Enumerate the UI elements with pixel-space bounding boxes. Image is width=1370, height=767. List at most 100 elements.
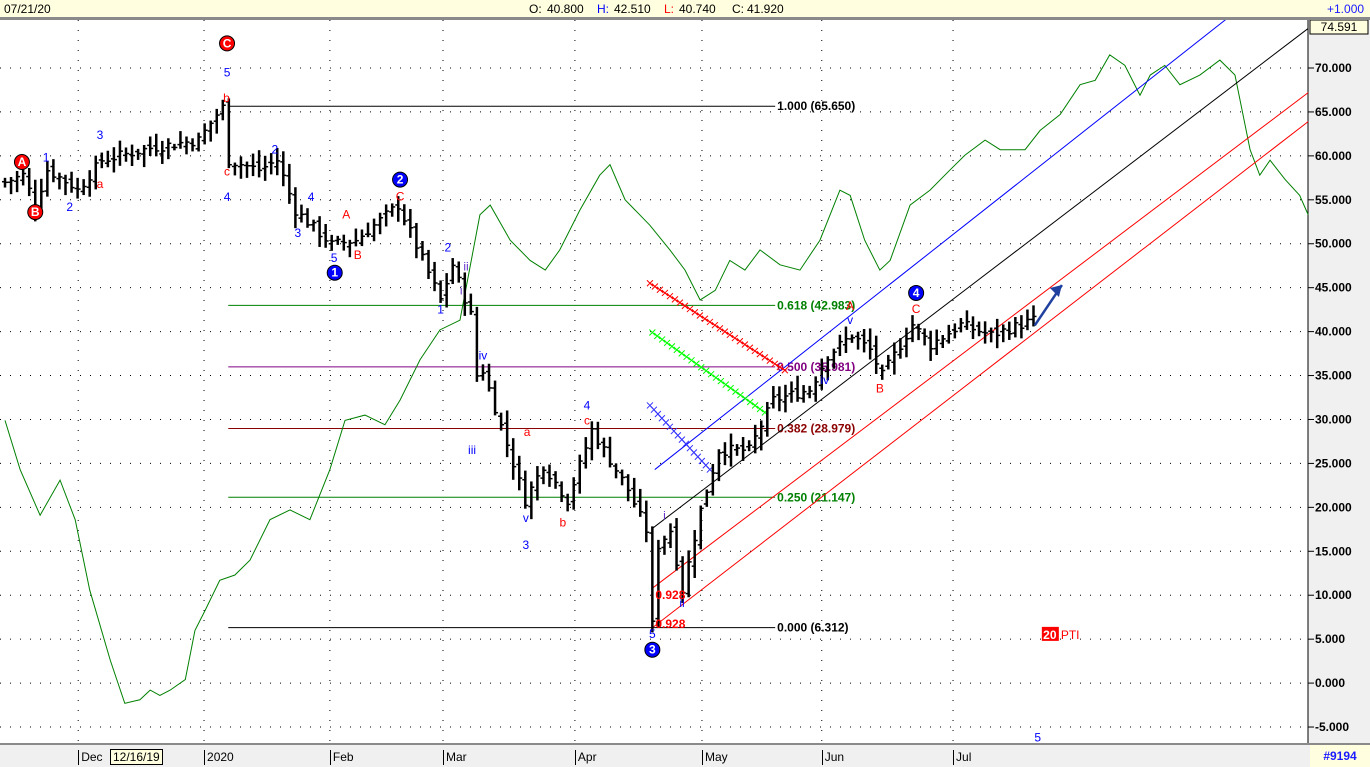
wave-label: C: [396, 189, 405, 203]
y-tick-label: 65.000: [1315, 105, 1352, 119]
price-bar: [631, 477, 638, 508]
speed-line-mark: [693, 360, 700, 368]
price-bar: [619, 469, 626, 486]
price-bar: [540, 466, 547, 485]
price-bar: [141, 145, 148, 168]
price-bar: [449, 258, 456, 285]
price-bar: [570, 477, 577, 510]
wave-label: 5: [1034, 731, 1041, 743]
speed-line-mark: [746, 344, 754, 352]
speed-line-mark: [737, 391, 744, 399]
speed-lines: [646, 279, 789, 473]
price-bar: [1024, 309, 1031, 331]
y-tick-label: 50.000: [1315, 237, 1352, 251]
price-bar: [806, 385, 813, 399]
high-value: 42.510: [614, 2, 651, 16]
low-value: 40.740: [679, 2, 716, 16]
price-bar: [244, 161, 250, 178]
wave-label: C: [912, 302, 921, 316]
price-bar: [800, 385, 807, 403]
channel-line: [652, 92, 1309, 589]
speed-line-mark: [706, 318, 714, 326]
wave-label: 3: [523, 538, 530, 552]
price-bar: [812, 376, 819, 402]
price-bar: [963, 310, 970, 330]
price-bar: [195, 132, 202, 152]
price-bar: [14, 170, 21, 193]
speed-line-mark: [702, 367, 710, 375]
speed-line-mark: [731, 334, 739, 342]
speed-line-mark: [661, 289, 669, 297]
price-bar: [401, 204, 408, 226]
y-tick-label: 5.000: [1315, 632, 1345, 646]
wave-label: 3: [649, 643, 656, 657]
indicator-series: [4, 54, 1309, 704]
y-tick-label: 10.000: [1315, 588, 1352, 602]
speed-line-mark: [663, 339, 671, 347]
y-tick-label: 30.000: [1315, 412, 1352, 426]
close-value: 41.920: [747, 2, 784, 16]
price-bar: [486, 363, 492, 392]
fib-retracement[interactable]: 1.000 (65.650) 0.618 (42.983) 0.500 (35.98…: [228, 99, 855, 635]
price-bar: [250, 153, 257, 177]
price-bar: [558, 481, 565, 503]
price-bar: [437, 280, 444, 303]
wave-label: iii: [468, 443, 476, 457]
fib-level-label: 0.382 (28.979): [777, 421, 855, 435]
wave-label: 3: [97, 128, 104, 142]
price-bar: [98, 152, 105, 169]
price-bar: [939, 335, 946, 349]
price-bar: [129, 144, 136, 166]
price-bar: [721, 442, 728, 466]
open-value: 40.800: [547, 2, 584, 16]
speed-line-mark: [678, 349, 686, 357]
speed-line-mark: [668, 343, 676, 350]
wave-label: 2: [66, 200, 73, 214]
wave-label: 5: [224, 65, 231, 79]
price-bar: [334, 235, 341, 245]
wave-label: 1: [331, 266, 338, 280]
high-label: H:: [597, 2, 609, 16]
speed-line-mark: [727, 384, 734, 392]
speed-line-mark: [722, 381, 730, 388]
speed-line-mark: [726, 331, 734, 339]
price-bar: [970, 316, 976, 340]
price-bar: [758, 420, 765, 451]
price-bar: [256, 150, 263, 178]
price-bar: [213, 108, 220, 134]
wave-label: 4: [308, 190, 315, 204]
wave-label: 1: [437, 303, 444, 317]
wave-label: ii: [463, 260, 468, 274]
price-bar: [764, 401, 771, 437]
wave-label: c: [584, 413, 590, 427]
header-date: 07/21/20: [4, 2, 51, 16]
price-bar: [770, 386, 777, 409]
price-bar: [836, 334, 843, 357]
price-bar: [655, 539, 662, 628]
low-label: L:: [664, 2, 675, 16]
y-tick-label: 35.000: [1315, 369, 1352, 383]
speed-line-mark: [746, 398, 754, 406]
price-bar: [504, 410, 511, 458]
price-bar: [510, 438, 517, 480]
channel-line: [654, 20, 1226, 470]
price-bar: [873, 335, 880, 374]
price-bar: [564, 493, 571, 512]
price-bar: [927, 330, 934, 361]
price-chart[interactable]: 1.000 (65.650) 0.618 (42.983) 0.500 (35.98…: [0, 20, 1370, 743]
y-top-label: 74.591: [1321, 20, 1358, 34]
price-bar: [44, 161, 51, 197]
price-bar: [425, 249, 432, 280]
price-bar: [74, 177, 81, 199]
wave-label: B: [31, 205, 40, 219]
price-bar: [2, 177, 8, 188]
price-bar: [80, 179, 87, 196]
price-bar: [123, 147, 129, 162]
price-bar: [933, 329, 940, 355]
price-bar: [534, 466, 541, 501]
price-bar: [56, 172, 63, 190]
price-bar: [734, 444, 741, 456]
fib-level-label: 1.000 (65.650): [777, 99, 855, 113]
price-bar: [703, 489, 710, 507]
speed-line-mark: [646, 279, 654, 287]
